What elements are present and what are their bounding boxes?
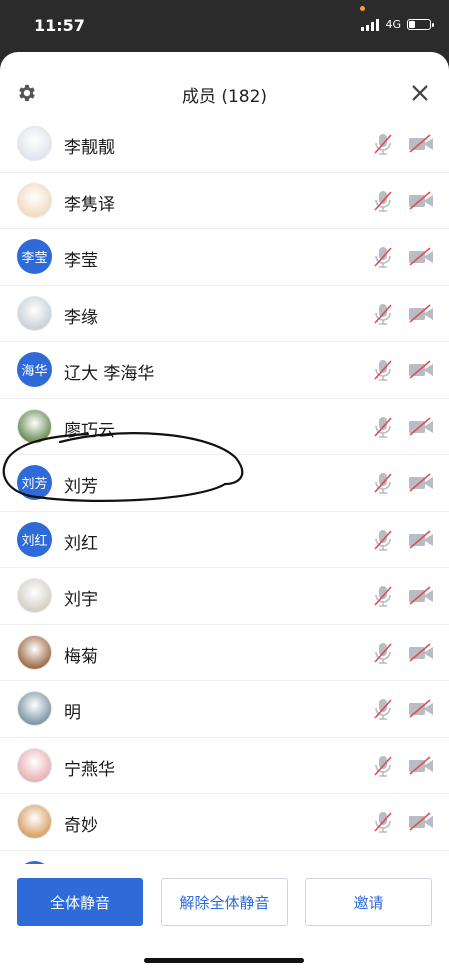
member-row[interactable]: 刘宇 bbox=[0, 568, 449, 625]
mic-off-icon[interactable] bbox=[372, 302, 394, 326]
camera-off-icon[interactable] bbox=[408, 190, 434, 211]
avatar bbox=[17, 408, 52, 444]
camera-off-icon[interactable] bbox=[408, 134, 434, 154]
status-time: 11:57 bbox=[34, 16, 85, 35]
member-name: 刘宇 bbox=[64, 590, 98, 610]
avatar bbox=[17, 126, 52, 161]
signal-icon bbox=[361, 18, 380, 31]
member-row[interactable]: 宁燕华 bbox=[0, 738, 449, 794]
member-name: 奇妙 bbox=[64, 816, 98, 836]
status-indicators: 4G bbox=[361, 18, 434, 31]
avatar: 刘芳 bbox=[17, 465, 52, 500]
camera-off-icon[interactable] bbox=[408, 529, 434, 550]
mic-off-icon[interactable] bbox=[372, 471, 394, 495]
avatar: 海华 bbox=[17, 352, 52, 387]
mic-off-icon[interactable] bbox=[372, 697, 394, 721]
mic-off-icon[interactable] bbox=[372, 528, 394, 552]
member-row[interactable]: 李莹 李莹 bbox=[0, 229, 449, 286]
avatar-initials: 海华 bbox=[21, 364, 48, 379]
member-name: 廖巧云 bbox=[64, 420, 115, 441]
avatar bbox=[17, 578, 52, 613]
member-name: 宁燕华 bbox=[64, 759, 115, 780]
mic-off-icon[interactable] bbox=[372, 189, 394, 213]
sheet-title: 成员 (182) bbox=[181, 87, 268, 107]
avatar bbox=[17, 804, 52, 839]
bottom-action-bar: 全体静音 解除全体静音 邀请 bbox=[0, 878, 449, 938]
close-icon[interactable] bbox=[409, 82, 431, 104]
privacy-indicator-dot bbox=[360, 6, 365, 11]
member-name: 李莹 bbox=[64, 251, 98, 271]
member-row[interactable]: 刘红 刘红 bbox=[0, 512, 449, 568]
member-row[interactable]: 刘芳 刘芳 bbox=[0, 455, 449, 512]
camera-off-icon[interactable] bbox=[408, 247, 434, 267]
mic-off-icon[interactable] bbox=[372, 810, 394, 834]
avatar bbox=[17, 634, 52, 670]
member-name: 李缘 bbox=[64, 307, 98, 328]
camera-off-icon[interactable] bbox=[408, 360, 434, 380]
member-name: 刘红 bbox=[64, 533, 98, 554]
member-row[interactable] bbox=[0, 851, 449, 864]
mic-off-icon[interactable] bbox=[372, 245, 394, 269]
avatar-initials: 李莹 bbox=[21, 251, 48, 266]
camera-off-icon[interactable] bbox=[408, 699, 434, 719]
avatar bbox=[17, 747, 52, 783]
avatar: 李莹 bbox=[17, 239, 52, 274]
mic-off-icon[interactable] bbox=[372, 415, 394, 439]
member-name: 李靓靓 bbox=[64, 138, 115, 158]
members-sheet: 成员 (182) 李靓靓李隽译李莹 李莹李缘海华 辽大 李海华 廖巧云刘芳 刘芳刘红 刘红… bbox=[0, 52, 449, 971]
member-row[interactable]: 明 bbox=[0, 681, 449, 738]
camera-off-icon[interactable] bbox=[408, 812, 434, 832]
mic-off-icon[interactable] bbox=[372, 641, 394, 665]
mic-off-icon[interactable] bbox=[372, 358, 394, 382]
invite-button[interactable]: 邀请 bbox=[305, 878, 432, 926]
camera-off-icon[interactable] bbox=[408, 586, 434, 606]
mic-off-icon[interactable] bbox=[372, 754, 394, 778]
network-type: 4G bbox=[385, 18, 401, 31]
mic-off-icon[interactable] bbox=[372, 132, 394, 156]
avatar bbox=[17, 182, 52, 218]
battery-icon bbox=[407, 19, 434, 30]
member-name: 刘芳 bbox=[64, 477, 98, 497]
camera-off-icon[interactable] bbox=[408, 755, 434, 776]
member-row[interactable]: 李缘 bbox=[0, 286, 449, 342]
member-list[interactable]: 李靓靓李隽译李莹 李莹李缘海华 辽大 李海华 廖巧云刘芳 刘芳刘红 刘红刘宇梅菊明宁燕华奇… bbox=[0, 116, 449, 864]
camera-off-icon[interactable] bbox=[408, 416, 434, 437]
camera-off-icon[interactable] bbox=[408, 473, 434, 493]
status-bar: 11:57 4G bbox=[0, 0, 449, 52]
member-row[interactable]: 梅菊 bbox=[0, 625, 449, 681]
mic-off-icon[interactable] bbox=[372, 584, 394, 608]
member-name: 李隽译 bbox=[64, 194, 115, 215]
unmute-all-button[interactable]: 解除全体静音 bbox=[161, 878, 288, 926]
home-indicator bbox=[144, 958, 304, 963]
member-name: 辽大 李海华 bbox=[64, 364, 155, 384]
avatar bbox=[17, 691, 52, 726]
member-row[interactable]: 李靓靓 bbox=[0, 116, 449, 173]
member-row[interactable]: 海华 辽大 李海华 bbox=[0, 342, 449, 399]
mute-all-button[interactable]: 全体静音 bbox=[17, 878, 143, 926]
member-name: 明 bbox=[64, 703, 81, 723]
member-row[interactable]: 廖巧云 bbox=[0, 399, 449, 455]
avatar bbox=[17, 860, 52, 864]
avatar bbox=[17, 295, 52, 331]
member-name: 梅菊 bbox=[64, 646, 98, 667]
avatar-initials: 刘红 bbox=[21, 533, 48, 549]
camera-off-icon[interactable] bbox=[408, 303, 434, 324]
avatar-initials: 刘芳 bbox=[21, 477, 48, 492]
member-row[interactable]: 李隽译 bbox=[0, 173, 449, 229]
member-row[interactable]: 奇妙 bbox=[0, 794, 449, 851]
avatar: 刘红 bbox=[17, 521, 52, 557]
camera-off-icon[interactable] bbox=[408, 642, 434, 663]
